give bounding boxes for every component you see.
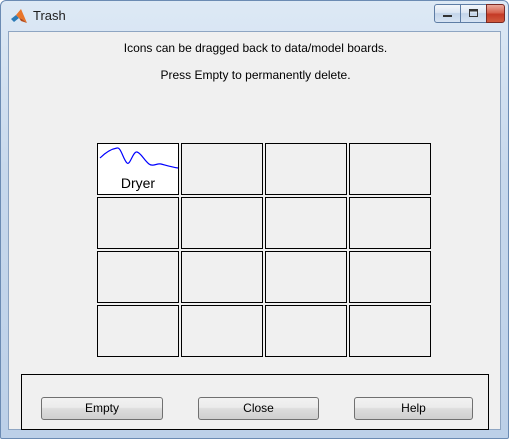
trash-item-label: Dryer	[120, 175, 156, 191]
trash-slot[interactable]	[181, 197, 263, 249]
trash-slot[interactable]	[265, 251, 347, 303]
client-area: Icons can be dragged back to data/model …	[8, 31, 501, 430]
trash-slot[interactable]	[265, 197, 347, 249]
info-message-drag: Icons can be dragged back to data/model …	[123, 41, 388, 55]
maximize-icon	[469, 9, 478, 17]
info-message-empty: Press Empty to permanently delete.	[160, 68, 351, 82]
matlab-logo-icon	[11, 9, 27, 23]
waveform-icon	[99, 147, 179, 169]
trash-slot[interactable]	[349, 251, 431, 303]
minimize-button[interactable]	[434, 4, 461, 23]
minimize-icon	[443, 15, 452, 17]
trash-slot[interactable]	[97, 197, 179, 249]
trash-slot[interactable]	[349, 197, 431, 249]
close-dialog-button[interactable]: Close	[198, 397, 319, 420]
window-title: Trash	[33, 8, 66, 23]
title-bar[interactable]: Trash	[1, 1, 508, 31]
button-panel: Empty Close Help	[21, 374, 489, 430]
trash-window: Trash Icons can be dragged back to data/…	[0, 0, 509, 439]
trash-slot[interactable]	[349, 143, 431, 195]
trash-slot[interactable]	[181, 251, 263, 303]
close-button[interactable]	[486, 4, 505, 23]
empty-button[interactable]: Empty	[41, 397, 163, 420]
trash-slot[interactable]	[181, 305, 263, 357]
trash-item[interactable]: Dryer	[97, 143, 179, 195]
trash-slot[interactable]	[97, 305, 179, 357]
trash-slot[interactable]	[97, 251, 179, 303]
trash-slot[interactable]	[265, 305, 347, 357]
trash-icon-grid: Dryer	[97, 143, 431, 357]
trash-slot[interactable]	[181, 143, 263, 195]
maximize-button[interactable]	[460, 4, 487, 23]
trash-slot[interactable]	[349, 305, 431, 357]
help-button[interactable]: Help	[354, 397, 473, 420]
trash-slot[interactable]	[265, 143, 347, 195]
